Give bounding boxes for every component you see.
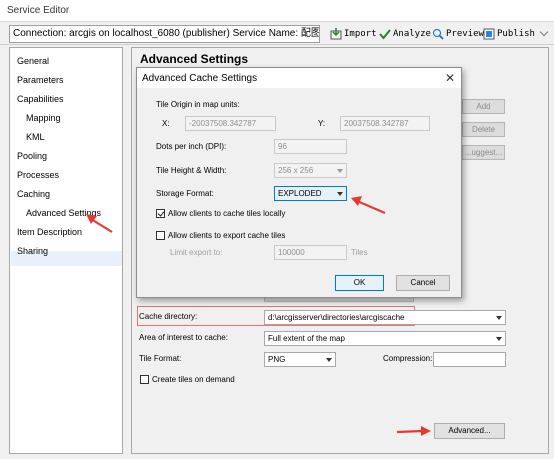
arrow-to-storage-format: [351, 196, 386, 215]
annotation-arrows: [86, 196, 431, 436]
arrow-to-advanced-button: [396, 426, 431, 436]
arrow-to-advanced-settings: [86, 214, 113, 233]
